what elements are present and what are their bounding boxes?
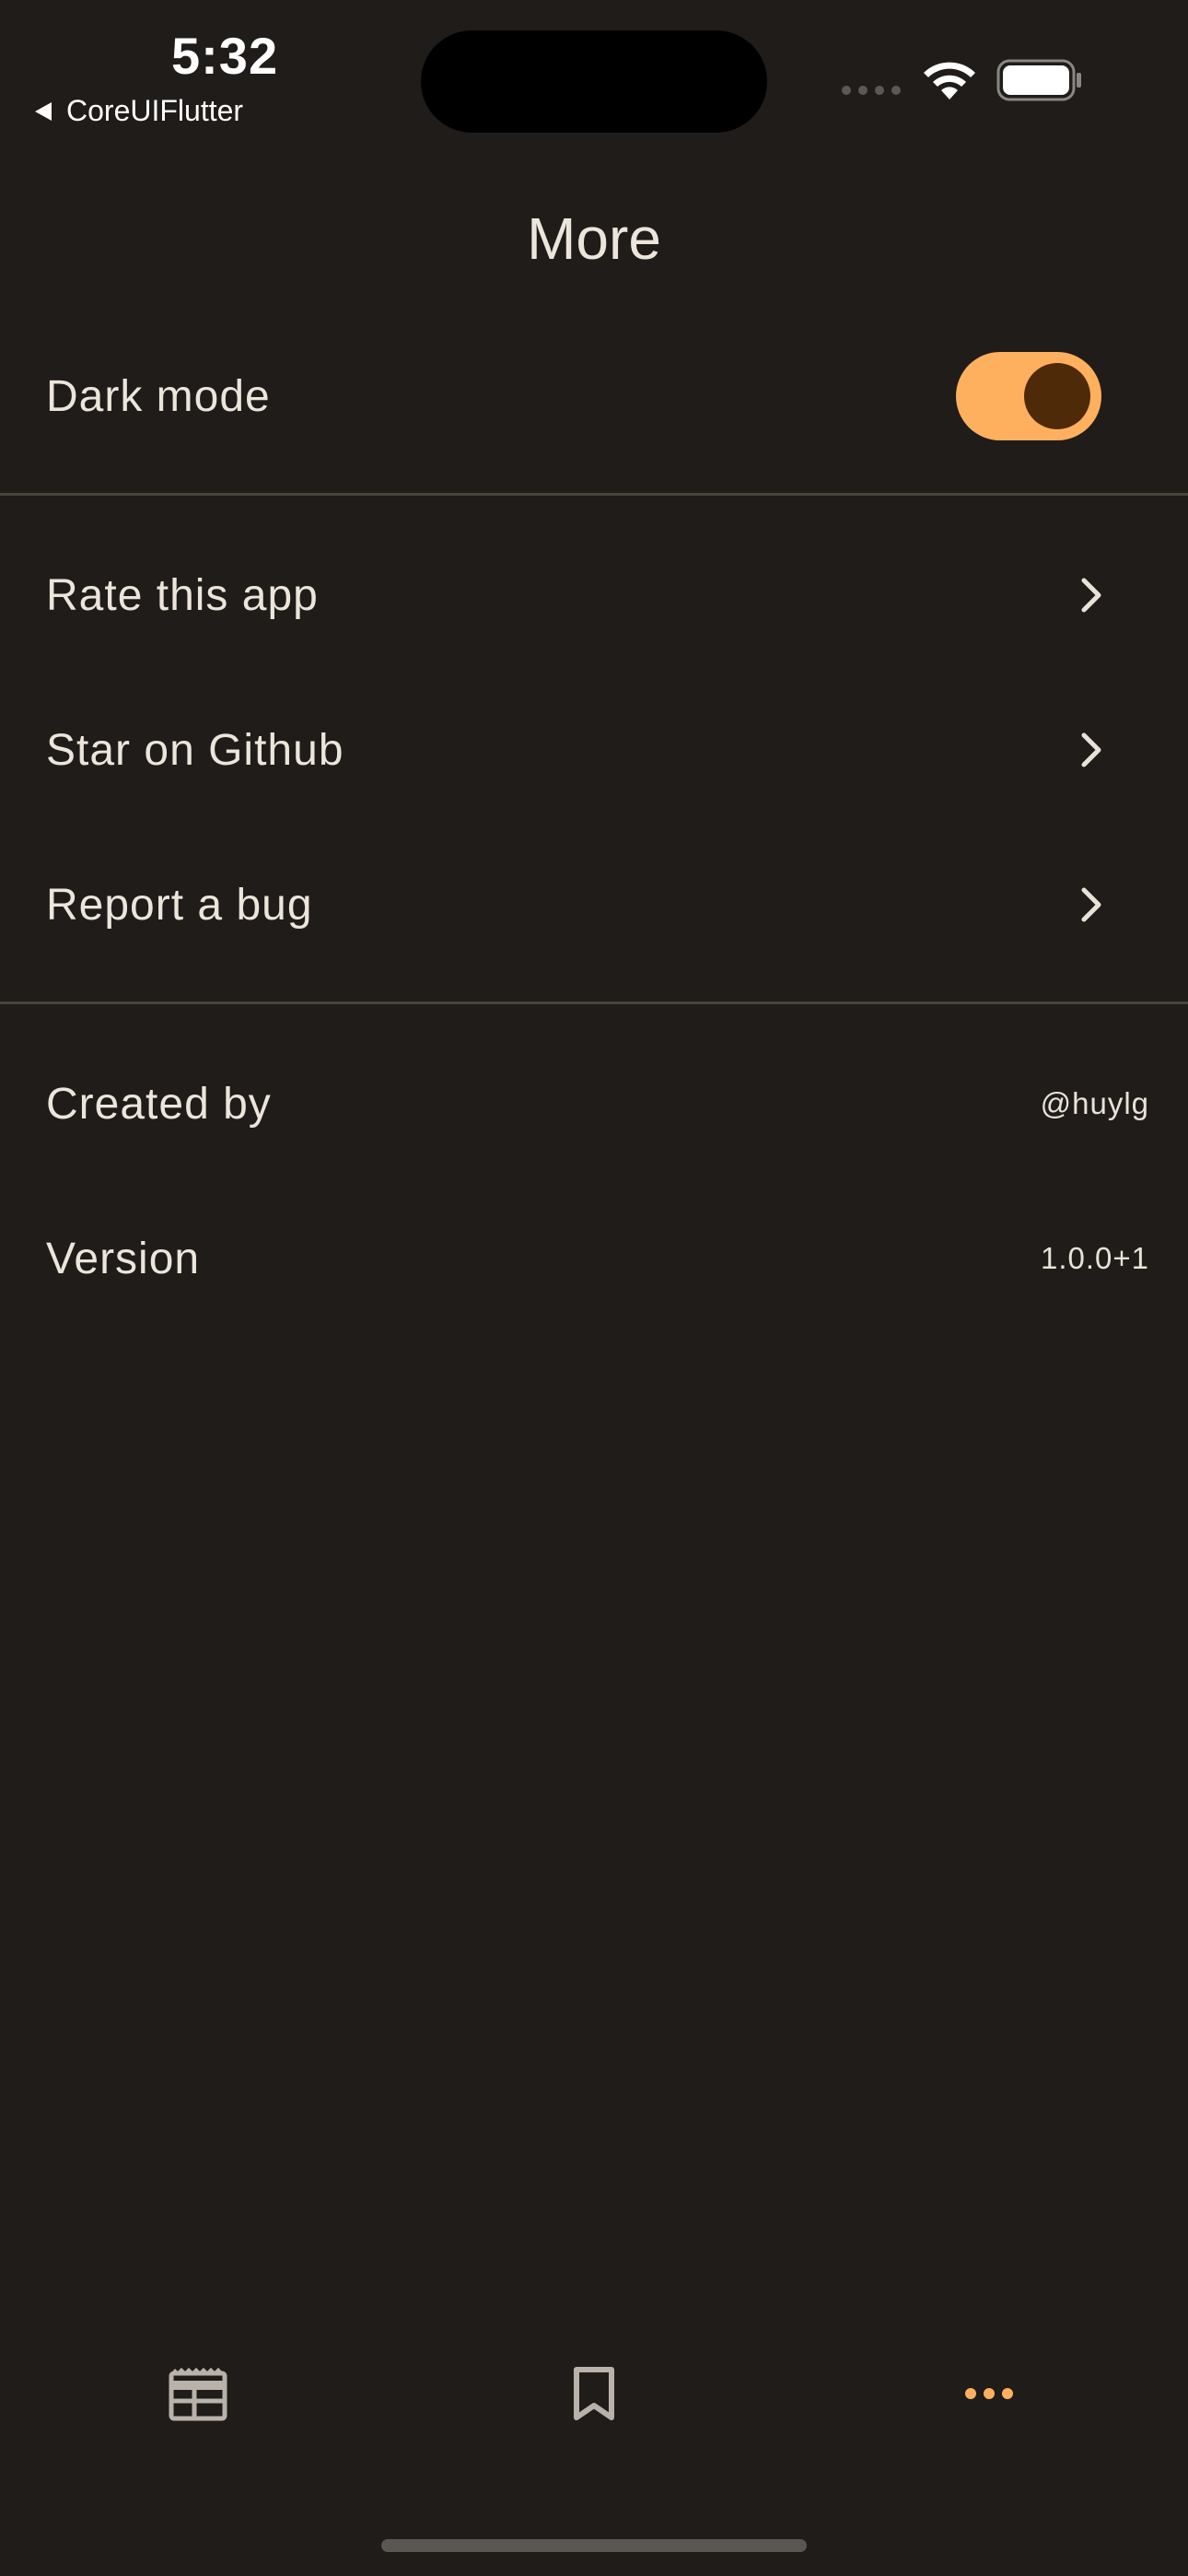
section-divider [0,493,1188,496]
bottom-navigation-bar [0,2329,1188,2458]
wifi-icon [924,62,975,100]
battery-icon [996,59,1081,101]
dark-mode-toggle[interactable] [956,352,1101,440]
home-indicator[interactable] [381,2539,807,2552]
created-by-value: @huylg [1040,1086,1149,1120]
back-triangle-icon [35,101,52,121]
more-screen: 5:32 CoreUIFlutter More Dark mode Rate t… [0,0,1188,2576]
version-value: 1.0.0+1 [1040,1241,1149,1275]
report-bug-label: Report a bug [46,880,313,930]
dark-mode-row: Dark mode [0,319,1188,474]
chevron-right-icon [1081,732,1101,767]
section-divider [0,1001,1188,1004]
nav-tab-more[interactable] [915,2329,1063,2458]
back-app-label: CoreUIFlutter [66,94,244,127]
nav-tab-feed[interactable] [124,2329,272,2458]
page-title: More [527,205,661,272]
dynamic-island [421,30,767,133]
version-row: Version 1.0.0+1 [0,1181,1188,1336]
nav-tab-bookmarks[interactable] [520,2329,668,2458]
cellular-signal-icon [842,86,901,95]
star-github-label: Star on Github [46,725,344,775]
bookmark-icon [574,2367,614,2420]
created-by-row: Created by @huylg [0,1026,1188,1181]
rate-app-row[interactable]: Rate this app [0,518,1188,673]
more-dots-icon [965,2388,1013,2399]
star-github-row[interactable]: Star on Github [0,673,1188,827]
toggle-knob [1024,363,1090,429]
dark-mode-label: Dark mode [46,371,271,421]
feed-icon [169,2367,227,2421]
chevron-right-icon [1081,578,1101,613]
chevron-right-icon [1081,887,1101,922]
rate-app-label: Rate this app [46,570,319,620]
version-label: Version [46,1234,201,1283]
status-time: 5:32 [171,27,279,85]
created-by-label: Created by [46,1079,272,1129]
report-bug-row[interactable]: Report a bug [0,827,1188,982]
back-to-app-button[interactable]: CoreUIFlutter [33,94,243,128]
